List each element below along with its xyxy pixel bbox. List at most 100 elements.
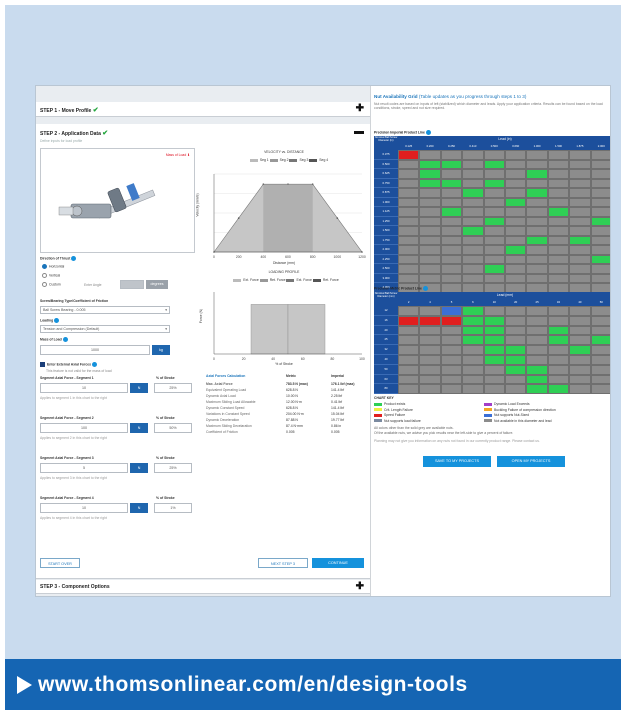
- grid-cell: [462, 345, 484, 355]
- grid-row-label: 50: [374, 364, 398, 375]
- grid-cell: [569, 273, 591, 283]
- grid-cell: [398, 216, 420, 226]
- radio-icon[interactable]: [42, 282, 47, 287]
- grid-cell: [483, 169, 505, 179]
- grid-row-label: 0.750: [374, 178, 398, 188]
- segment-force-input[interactable]: 100: [40, 423, 128, 433]
- grid-cell: [526, 325, 548, 336]
- calc-cell: 176.1 lbf (max): [331, 382, 355, 386]
- grid-cell: [569, 159, 591, 169]
- grid-cell: [526, 226, 548, 236]
- loading-chart-title: LOADING PROFILE: [268, 270, 300, 274]
- grid-cell: [547, 364, 570, 375]
- info-icon[interactable]: [422, 286, 428, 291]
- segment-force-input[interactable]: 10: [40, 503, 128, 513]
- grid-cell: [483, 197, 505, 207]
- step3-title: STEP 3 - Component Options: [40, 584, 110, 590]
- radio-icon[interactable]: [42, 273, 47, 278]
- grid-cell: [440, 306, 463, 316]
- info-icon[interactable]: [91, 362, 97, 367]
- segment-unit-select[interactable]: N: [130, 503, 148, 513]
- grid-cell: [547, 335, 570, 346]
- grid-cell: [590, 254, 610, 264]
- grid-col-header: 6: [462, 299, 484, 306]
- expand-icon[interactable]: ✚: [356, 104, 364, 114]
- info-icon[interactable]: [54, 318, 60, 323]
- grid-cell: [505, 197, 527, 207]
- loading-value: Tension and Compression (Default): [43, 327, 100, 331]
- segment-pct-input[interactable]: 25%: [154, 383, 192, 393]
- grid-cell: [483, 335, 505, 346]
- grid-cell: [419, 150, 441, 160]
- segment-unit-select[interactable]: N: [130, 463, 148, 473]
- segment-unit-select[interactable]: N: [130, 383, 148, 393]
- angle-input[interactable]: [120, 280, 144, 289]
- grid-cell: [505, 306, 527, 316]
- grid-cell: [398, 188, 420, 198]
- calc-cell: 783.5 N (max): [286, 382, 308, 386]
- grid-lead-header: Lead (in): [398, 136, 610, 143]
- segment-hint: Applies to segment 2 in this chart to th…: [40, 436, 107, 440]
- degrees-button[interactable]: degrees: [146, 280, 168, 289]
- step1-header[interactable]: STEP 1 - Move Profile ✔ ✚: [36, 102, 370, 117]
- segment-force-input[interactable]: 5: [40, 463, 128, 473]
- radio-vertical[interactable]: Vertical: [42, 273, 60, 278]
- footer-url[interactable]: www.thomsonlinear.com/en/design-tools: [38, 673, 468, 697]
- open-projects-button[interactable]: OPEN MY PROJECTS: [497, 456, 565, 467]
- grid-cell: [547, 306, 570, 316]
- collapse-icon[interactable]: ▬: [354, 127, 364, 137]
- loading-label-text: Loading: [40, 318, 54, 323]
- radio-custom[interactable]: Custom: [42, 282, 61, 287]
- screw-select[interactable]: Ball Screw Bearing - 0.005 ▾: [40, 306, 170, 314]
- next-step-button[interactable]: NEXT STEP 3: [258, 558, 308, 568]
- grid-cell: [462, 245, 484, 255]
- info-icon[interactable]: [62, 337, 68, 342]
- mass-unit-select[interactable]: kg: [152, 345, 170, 355]
- grid-cell: [483, 306, 505, 316]
- grid-cell: [398, 150, 420, 160]
- radio-horizontal[interactable]: Horizontal: [42, 264, 64, 269]
- grid-cell: [462, 325, 484, 336]
- grid-cell: [483, 315, 505, 326]
- segment-unit-select[interactable]: N: [130, 423, 148, 433]
- grid-note-1: All colors other than the solid grey are…: [374, 426, 454, 430]
- grid-cell: [505, 384, 527, 395]
- grid-cell: [569, 169, 591, 179]
- grid-cell: [526, 159, 548, 169]
- segment-pct-input[interactable]: 1%: [154, 503, 192, 513]
- legend-label: Ret. Force: [269, 278, 286, 282]
- radio-icon[interactable]: [42, 264, 47, 269]
- segment-pct-input[interactable]: 50%: [154, 423, 192, 433]
- checkbox-icon[interactable]: [40, 362, 45, 367]
- continue-button[interactable]: CONTINUE: [312, 558, 364, 568]
- grid-cell: [440, 273, 463, 283]
- info-icon[interactable]: [425, 130, 431, 135]
- grid-cell: [398, 345, 420, 355]
- expand-icon[interactable]: ✚: [356, 582, 364, 592]
- key-swatch: [484, 408, 492, 412]
- external-forces-checkbox[interactable]: Enter External Axial Forces: [40, 362, 97, 367]
- segment-pct-label: % of Stroke: [156, 416, 175, 420]
- grid-cell: [419, 235, 441, 245]
- grid-title-note: (Table updates as you progress through s…: [418, 94, 527, 99]
- grid-cell: [462, 159, 484, 169]
- info-icon[interactable]: [71, 256, 77, 261]
- segment-hint: Applies to segment 3 in this chart to th…: [40, 476, 107, 480]
- grid-cell: [590, 207, 610, 217]
- loading-select[interactable]: Tension and Compression (Default) ▾: [40, 325, 170, 333]
- save-projects-button[interactable]: SAVE TO MY PROJECTS: [423, 456, 491, 467]
- step3-header[interactable]: STEP 3 - Component Options ✚: [36, 580, 370, 594]
- grid-cell: [526, 216, 548, 226]
- segment-force-input[interactable]: 10: [40, 383, 128, 393]
- grid-cell: [462, 188, 484, 198]
- grid-cell: [569, 245, 591, 255]
- start-over-button[interactable]: START OVER: [40, 558, 80, 568]
- grid-row-label: 2.000: [374, 245, 398, 255]
- calc-cell: 141.4 lbf: [331, 388, 345, 392]
- grid-row-header: Nominal Ball Screw Diameter (mm): [374, 292, 398, 306]
- grid-row-label: 12: [374, 306, 398, 316]
- segment-pct-input[interactable]: 25%: [154, 463, 192, 473]
- chart-key-item: Product exists: [374, 402, 405, 406]
- mass-input[interactable]: 1000: [40, 345, 150, 355]
- calc-cell: Equivalent Operating Load: [206, 388, 247, 392]
